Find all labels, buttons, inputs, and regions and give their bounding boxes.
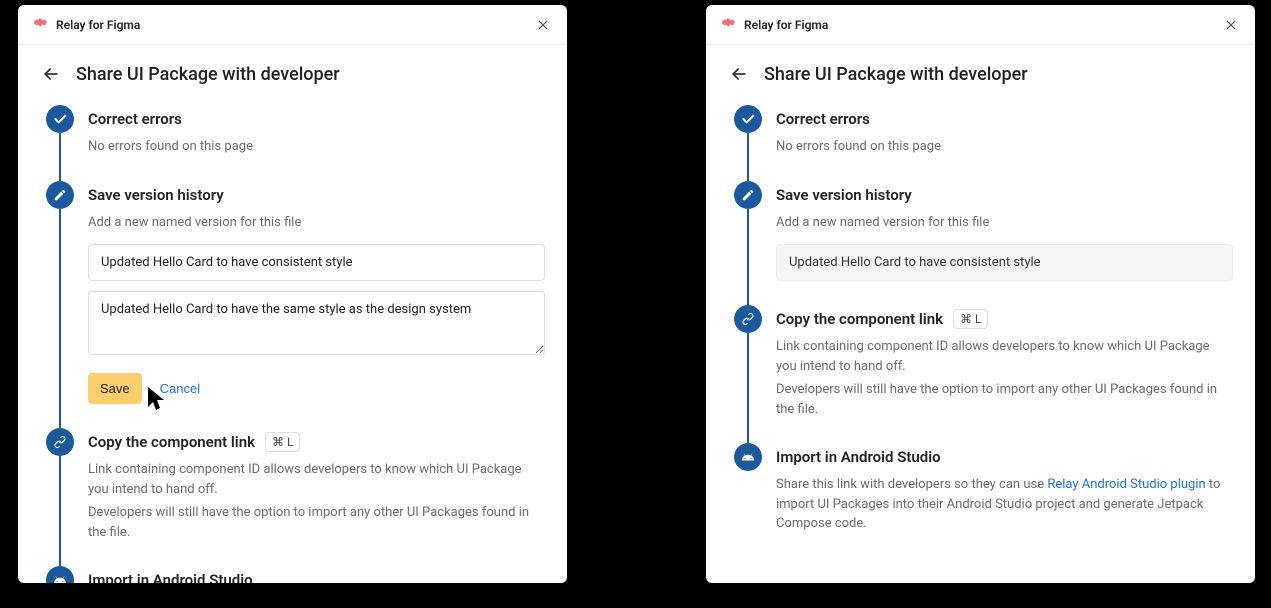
version-name-readonly: Updated Hello Card to have consistent st… [776, 244, 1233, 281]
step-correct-errors: Correct errors No errors found on this p… [40, 105, 545, 181]
link-icon [46, 428, 74, 456]
save-button[interactable]: Save [88, 373, 142, 404]
back-button[interactable] [728, 63, 750, 85]
page-title: Share UI Package with developer [76, 64, 340, 85]
step-correct-errors: Correct errors No errors found on this p… [728, 105, 1233, 181]
step-title: Import in Android Studio [88, 571, 253, 583]
step-subtitle: No errors found on this page [776, 137, 1233, 157]
step-title: Correct errors [88, 110, 182, 128]
step-import-android: Import in Android Studio Share this link… [728, 443, 1233, 534]
pencil-icon [734, 181, 762, 209]
step-subtitle: No errors found on this page [88, 137, 545, 157]
step-subtitle: Share this link with developers so they … [776, 475, 1233, 534]
app-title: Relay for Figma [744, 18, 1221, 32]
step-title: Import in Android Studio [776, 448, 941, 466]
dialog-share-saved: Relay for Figma Share UI Package with de… [706, 5, 1255, 583]
keyboard-shortcut-badge: ⌘ L [953, 309, 988, 329]
version-name-input[interactable] [88, 244, 545, 281]
step-subtitle: Link containing component ID allows deve… [88, 460, 545, 499]
link-icon [734, 305, 762, 333]
back-button[interactable] [40, 63, 62, 85]
close-icon [536, 18, 550, 32]
step-title: Save version history [776, 186, 912, 204]
steps-list: Correct errors No errors found on this p… [706, 99, 1255, 534]
relay-logo-icon [720, 17, 736, 33]
step-title: Copy the component link [88, 433, 255, 451]
steps-list: Correct errors No errors found on this p… [18, 99, 567, 583]
close-icon [1224, 18, 1238, 32]
step-save-version: Save version history Add a new named ver… [40, 181, 545, 429]
android-icon [734, 443, 762, 471]
titlebar: Relay for Figma [18, 5, 567, 45]
step-subtitle: Developers will still have the option to… [776, 380, 1233, 419]
keyboard-shortcut-badge: ⌘ L [265, 432, 300, 452]
dialog-share-editing: Relay for Figma Share UI Package with de… [18, 5, 567, 583]
step-subtitle: Developers will still have the option to… [88, 503, 545, 542]
step-title: Save version history [88, 186, 224, 204]
step-subtitle: Add a new named version for this file [88, 213, 545, 233]
close-button[interactable] [1221, 15, 1241, 35]
version-description-textarea[interactable] [88, 291, 545, 355]
step-import-android: Import in Android Studio Share this link… [40, 566, 545, 583]
page-title: Share UI Package with developer [764, 64, 1028, 85]
titlebar: Relay for Figma [706, 5, 1255, 45]
check-icon [46, 105, 74, 133]
android-icon [46, 566, 74, 583]
step-copy-link: Copy the component link ⌘ L Link contain… [728, 305, 1233, 443]
relay-plugin-link[interactable]: Relay Android Studio plugin [1047, 477, 1205, 492]
step-subtitle: Add a new named version for this file [776, 213, 1233, 233]
arrow-left-icon [41, 64, 61, 84]
check-icon [734, 105, 762, 133]
relay-logo-icon [32, 17, 48, 33]
app-title: Relay for Figma [56, 18, 533, 32]
step-subtitle: Link containing component ID allows deve… [776, 337, 1233, 376]
step-save-version: Save version history Add a new named ver… [728, 181, 1233, 306]
page-header: Share UI Package with developer [706, 45, 1255, 99]
close-button[interactable] [533, 15, 553, 35]
step-title: Correct errors [776, 110, 870, 128]
step-title: Copy the component link [776, 310, 943, 328]
arrow-left-icon [729, 64, 749, 84]
pencil-icon [46, 181, 74, 209]
step-copy-link: Copy the component link ⌘ L Link contain… [40, 428, 545, 566]
cancel-button[interactable]: Cancel [160, 381, 200, 396]
page-header: Share UI Package with developer [18, 45, 567, 99]
